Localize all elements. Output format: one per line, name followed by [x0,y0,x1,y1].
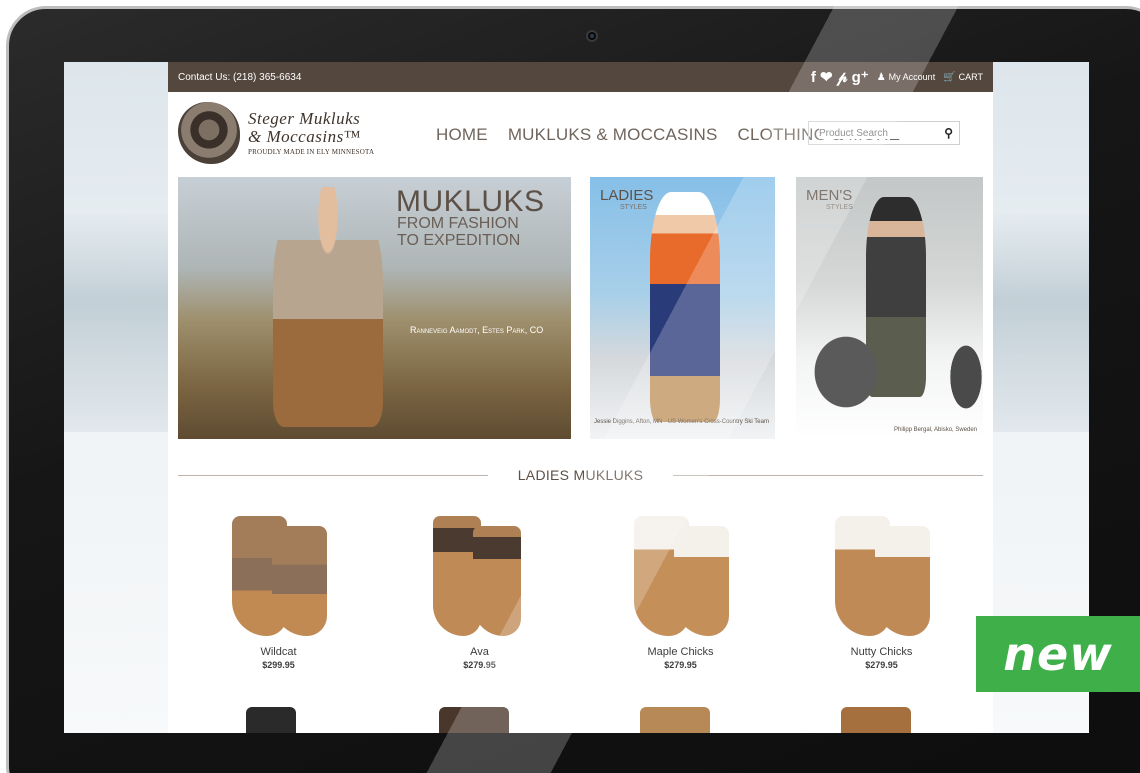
contact-link[interactable]: Contact Us: (218) 365-6634 [178,72,301,83]
nav-mukluks-moccasins[interactable]: MUKLUKS & MOCCASINS [508,125,718,145]
banner-main-credit: Ranneveig Aamodt, Estes Park, CO [410,325,544,335]
product-price: $299.95 [262,660,295,670]
my-account-label: My Account [888,72,936,82]
top-bar-right: f ❤ 𝓅 g⁺ ♟ My Account 🛒 CART [811,70,983,85]
cart-icon: 🛒 [943,71,956,83]
product-image[interactable] [415,502,545,642]
product-image[interactable] [817,502,947,642]
search-icon[interactable]: ⚲ [944,126,953,140]
logo-line-1: Steger Mukluks [248,108,361,128]
site-logo[interactable]: Steger Mukluks & Moccasins™ PROUDLY MADE… [178,100,393,165]
section-header: LADIES MUKLUKS [178,467,984,483]
logo-text: Steger Mukluks & Moccasins™ PROUDLY MADE… [248,108,375,156]
product-image[interactable] [214,502,344,642]
banner-main-title: MUKLUKS [396,185,545,218]
product-card-partial[interactable] [178,707,379,733]
cart-label: CART [958,72,983,82]
webcam [586,30,598,42]
search-box: ⚲ [808,121,960,145]
product-name[interactable]: Nutty Chicks [781,646,982,658]
banner-main-subtitle-1: FROM FASHION [397,215,519,232]
banner-photo-woman [273,187,383,427]
my-account-link[interactable]: ♟ My Account [877,72,936,83]
social-icons[interactable]: f ❤ 𝓅 g⁺ [811,70,869,85]
product-card-partial[interactable] [379,707,580,733]
search-input[interactable] [819,127,929,139]
banner-mens-credit: Philipp Bergal, Abisko, Sweden [894,427,978,433]
banner-mukluks[interactable]: MUKLUKS FROM FASHION TO EXPEDITION Ranne… [178,177,571,439]
product-card-wildcat[interactable]: Wildcat $299.95 [178,502,379,670]
site-header: Steger Mukluks & Moccasins™ PROUDLY MADE… [168,92,993,172]
website: Contact Us: (218) 365-6634 f ❤ 𝓅 g⁺ ♟ My… [168,62,993,733]
banner-ladies-tag: STYLES [620,204,647,211]
logo-portrait-icon [178,101,240,164]
background-trees-right [979,212,1089,432]
product-grid: Wildcat $299.95 Ava $279.95 Maple Chicks… [178,502,983,670]
product-grid-row-2 [178,707,983,733]
product-card-ava[interactable]: Ava $279.95 [379,502,580,670]
banner-mens[interactable]: MEN'S STYLES Philipp Bergal, Abisko, Swe… [796,177,983,439]
banner-photo-husky-2 [946,337,983,417]
user-icon: ♟ [876,71,886,83]
banner-mens-title: MEN'S [806,187,853,204]
banner-mens-tag: STYLES [826,204,853,211]
product-name[interactable]: Ava [379,646,580,658]
top-bar: Contact Us: (218) 365-6634 f ❤ 𝓅 g⁺ ♟ My… [168,62,993,92]
banner-ladies-credit: Jessie Diggins, Afton, MN · US Women's C… [594,419,769,425]
nav-home[interactable]: HOME [436,125,488,145]
section-title: LADIES MUKLUKS [517,467,644,483]
banner-ladies[interactable]: LADIES STYLES Jessie Diggins, Afton, MN … [590,177,775,439]
banner-photo-skier [650,192,720,422]
product-price: $279.95 [664,660,697,670]
browser-screen: Contact Us: (218) 365-6634 f ❤ 𝓅 g⁺ ♟ My… [64,62,1089,733]
new-badge: new [976,616,1140,692]
background-trees-left [64,212,174,432]
divider-left [178,474,488,476]
logo-tagline: PROUDLY MADE IN ELY MINNESOTA [248,147,375,156]
banner-photo-husky [806,327,886,417]
product-name[interactable]: Wildcat [178,646,379,658]
product-card-nutty-chicks[interactable]: Nutty Chicks $279.95 [781,502,982,670]
hero-banners: MUKLUKS FROM FASHION TO EXPEDITION Ranne… [178,177,983,439]
banner-main-subtitle-2: TO EXPEDITION [397,232,521,249]
product-image[interactable] [616,502,746,642]
product-card-partial[interactable] [580,707,781,733]
cart-link[interactable]: 🛒 CART [943,72,983,83]
banner-ladies-title: LADIES [600,187,654,204]
product-price: $279.95 [865,660,898,670]
product-price: $279.95 [463,660,496,670]
product-card-partial[interactable] [781,707,982,733]
product-name[interactable]: Maple Chicks [580,646,781,658]
divider-right [673,474,984,476]
logo-line-2: & Moccasins™ [248,126,361,146]
product-card-maple-chicks[interactable]: Maple Chicks $279.95 [580,502,781,670]
banner-main-subtitle: FROM FASHION TO EXPEDITION [397,215,520,249]
